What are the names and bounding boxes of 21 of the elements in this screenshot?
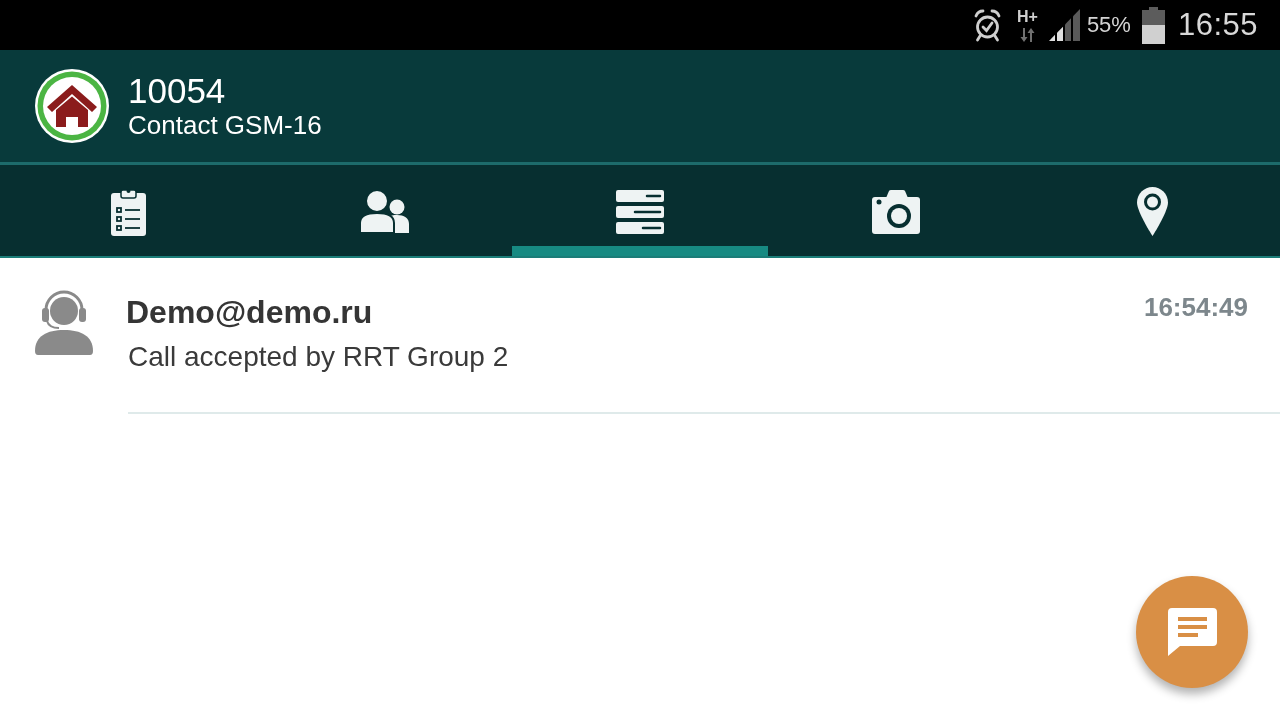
chat-button[interactable] <box>1136 576 1248 688</box>
alarm-clock-icon <box>973 8 1001 42</box>
headset-person-icon <box>35 290 93 355</box>
message-text: Call accepted by RRT Group 2 <box>128 340 510 374</box>
message-icon <box>1167 608 1217 656</box>
house-logo-icon <box>35 69 109 143</box>
map-pin-icon <box>1136 187 1168 236</box>
battery-icon <box>1141 6 1165 44</box>
message-sender: Demo@demo.ru <box>126 293 374 331</box>
message-time: 16:54:49 <box>1143 291 1248 323</box>
camera-icon <box>872 189 920 234</box>
header-subtitle: Contact GSM-16 <box>128 110 322 140</box>
network-type-label: H+ <box>1016 8 1038 25</box>
clipboard-list-icon <box>110 187 146 236</box>
clock-time: 16:55 <box>1177 7 1258 43</box>
stacked-list-icon <box>616 189 664 234</box>
people-icon <box>359 190 409 233</box>
signal-icon <box>1048 9 1080 41</box>
data-arrows-icon <box>1019 27 1035 42</box>
header-title: 10054 <box>128 72 227 110</box>
battery-percent: 55% <box>1086 12 1131 38</box>
